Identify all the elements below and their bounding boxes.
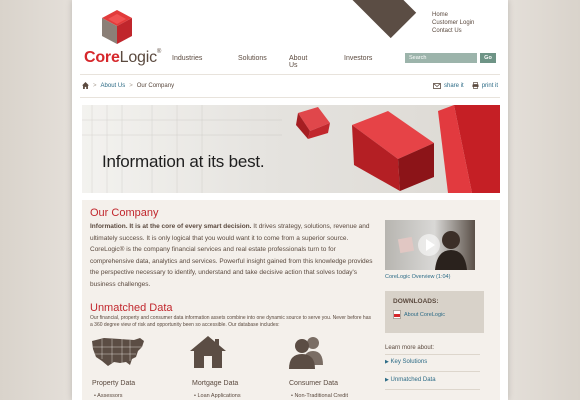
top-decorative-tab [339,0,417,39]
hero-banner: Information at its best. [82,105,500,193]
envelope-icon [433,82,441,89]
nav-item-industries[interactable]: Industries [172,55,202,62]
our-company-body: It drives strategy, solutions, revenue a… [90,223,373,288]
logo-registered-mark: ® [156,49,162,55]
unmatched-data-heading: Unmatched Data [90,302,173,314]
pdf-icon [393,310,401,319]
people-icon [289,337,323,369]
breadcrumb-link-about-us[interactable]: About Us [101,83,126,89]
logo-core-text: Core [84,49,120,66]
learn-more-heading: Learn more about: [385,345,435,351]
hero-tagline: Information at its best. [102,152,265,171]
search-go-button[interactable]: Go [480,53,496,63]
category-mortgage-data: Mortgage Data [192,380,239,387]
play-icon[interactable] [417,233,441,257]
learn-more-unmatched-data[interactable]: ▶ Unmatched Data [385,377,436,383]
overview-video-caption[interactable]: CoreLogic Overview (1:04) [385,274,450,280]
header-divider [80,74,500,75]
our-company-lead: Information. It is at the core of every … [90,223,252,230]
our-company-heading: Our Company [90,207,159,219]
print-button[interactable]: print it [472,82,498,89]
page-tools: share it print it [433,82,498,89]
consumer-data-bullet: • Non-Traditional Credit [291,393,349,399]
house-icon [190,336,226,368]
mortgage-data-bullet: • Loan Applications [194,393,241,399]
breadcrumb-separator: > [93,82,97,89]
page-background-right [508,0,580,400]
arrow-right-icon: ▶ [385,377,389,383]
category-property-data: Property Data [92,380,136,387]
utility-link-contact-us[interactable]: Contact Us [432,27,474,35]
printer-icon [472,82,479,89]
overview-video-thumbnail[interactable] [385,220,475,270]
home-icon[interactable] [82,82,89,89]
hero-red-cubes [296,105,500,193]
utility-links: Home Customer Login Contact Us [432,11,474,35]
utility-link-home[interactable]: Home [432,11,474,19]
utility-link-customer-login[interactable]: Customer Login [432,19,474,27]
logo-logic-text: Logic [119,49,157,66]
learn-more-divider [385,389,480,390]
main-content: Our Company Information. It is at the co… [82,200,500,400]
download-about-corelogic-label: About CoreLogic [404,311,445,318]
learn-more-key-solutions[interactable]: ▶ Key Solutions [385,359,427,365]
arrow-right-icon: ▶ [385,359,389,365]
category-consumer-data: Consumer Data [289,380,339,387]
download-about-corelogic[interactable]: About CoreLogic [393,310,445,319]
learn-more-divider [385,371,480,372]
unmatched-data-paragraph: Our financial, property and consumer dat… [90,315,371,328]
search-input[interactable] [405,53,477,63]
breadcrumb: > About Us > Our Company [82,82,174,89]
nav-item-solutions[interactable]: Solutions [238,55,267,62]
breadcrumb-divider [80,97,500,98]
learn-more-unmatched-data-label: Unmatched Data [390,377,436,383]
us-map-icon [92,338,144,366]
share-button[interactable]: share it [433,82,464,89]
property-data-bullet: • Assessors [94,393,123,399]
downloads-heading: DOWNLOADS: [393,298,439,305]
learn-more-divider [385,354,480,355]
our-company-paragraph: Information. It is at the core of every … [90,221,380,290]
breadcrumb-separator: > [129,82,133,89]
corelogic-logo-wordmark[interactable]: CoreLogic® [84,49,161,67]
downloads-box: DOWNLOADS: About CoreLogic [385,291,484,333]
share-label: share it [444,82,464,89]
nav-item-about-us[interactable]: About Us [289,55,307,69]
breadcrumb-current: Our Company [136,82,175,89]
print-label: print it [481,82,499,89]
page-container: CoreLogic® Home Customer Login Contact U… [72,0,508,400]
page-background-left [0,0,72,400]
nav-item-investors[interactable]: Investors [344,55,372,62]
learn-more-key-solutions-label: Key Solutions [390,359,428,365]
corelogic-logo-mark[interactable] [102,10,132,46]
